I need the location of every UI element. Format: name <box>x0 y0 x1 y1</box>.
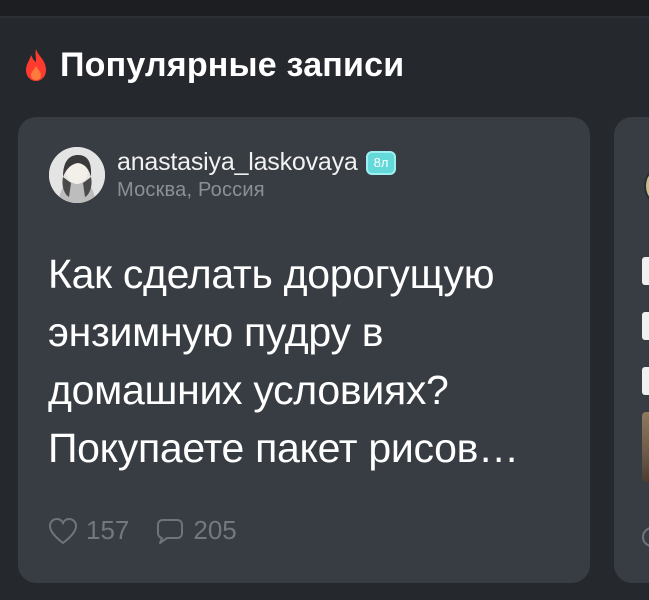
like-button[interactable]: 157 <box>48 515 129 546</box>
post-text-preview <box>642 367 649 395</box>
author-meta: anastasiya_laskovaya 8л Москва, Россия <box>117 148 397 202</box>
avatar <box>644 164 649 208</box>
post-text-preview <box>642 312 649 340</box>
author-row[interactable]: anastasiya_laskovaya 8л Москва, Россия <box>49 147 397 203</box>
author-location: Москва, Россия <box>117 179 265 201</box>
level-badge: 8л <box>365 150 397 175</box>
avatar-photo-icon <box>49 147 105 203</box>
comment-icon <box>157 518 184 544</box>
comment-button[interactable]: 205 <box>155 515 237 546</box>
like-count: 157 <box>86 515 130 545</box>
comment-count: 205 <box>193 515 237 545</box>
post-card[interactable]: anastasiya_laskovaya 8л Москва, Россия К… <box>18 117 590 583</box>
post-text-preview <box>642 257 649 285</box>
top-bar <box>0 0 649 18</box>
post-text[interactable]: Как сделать дорогущую энзимную пудру в д… <box>48 245 568 477</box>
heart-icon <box>642 527 649 547</box>
username-line: anastasiya_laskovaya 8л <box>117 148 397 177</box>
post-stats: 157 205 <box>48 515 237 546</box>
avatar[interactable] <box>49 147 105 203</box>
section-header: Популярные записи <box>22 44 404 86</box>
next-post-card[interactable] <box>614 117 649 583</box>
fire-icon <box>26 49 46 81</box>
post-image-preview <box>642 412 649 482</box>
section-title: Популярные записи <box>60 45 405 84</box>
heart-icon <box>48 517 78 544</box>
author-username[interactable]: anastasiya_laskovaya <box>117 148 358 177</box>
